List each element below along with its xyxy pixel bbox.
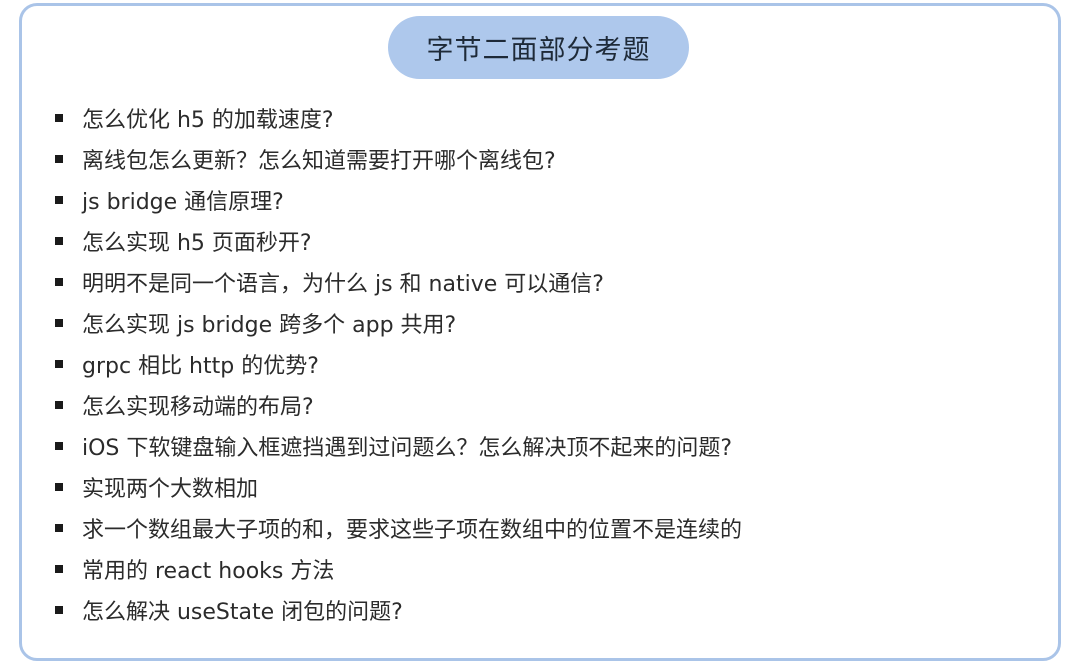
question-text: 怎么实现移动端的布局? — [82, 394, 314, 420]
list-item: 怎么实现移动端的布局? — [55, 384, 1045, 425]
question-text: 怎么优化 h5 的加载速度? — [82, 107, 334, 133]
list-item: 怎么实现 js bridge 跨多个 app 共用? — [55, 302, 1045, 343]
list-item: 怎么优化 h5 的加载速度? — [55, 97, 1045, 138]
list-item: 常用的 react hooks 方法 — [55, 548, 1045, 589]
list-item: 怎么解决 useState 闭包的问题? — [55, 589, 1045, 630]
list-item: 明明不是同一个语言，为什么 js 和 native 可以通信? — [55, 261, 1045, 302]
question-list: 怎么优化 h5 的加载速度? 离线包怎么更新？怎么知道需要打开哪个离线包? js… — [55, 97, 1045, 630]
square-bullet-icon — [55, 400, 63, 409]
question-text: iOS 下软键盘输入框遮挡遇到过问题么？怎么解决顶不起来的问题? — [82, 435, 733, 461]
question-text: 求一个数组最大子项的和，要求这些子项在数组中的位置不是连续的 — [82, 517, 743, 543]
question-text: 怎么实现 js bridge 跨多个 app 共用? — [82, 312, 457, 338]
question-text: 离线包怎么更新？怎么知道需要打开哪个离线包? — [82, 148, 556, 174]
question-text: 实现两个大数相加 — [82, 476, 259, 502]
square-bullet-icon — [55, 195, 63, 204]
square-bullet-icon — [55, 113, 63, 122]
list-item: 离线包怎么更新？怎么知道需要打开哪个离线包? — [55, 138, 1045, 179]
list-item: 怎么实现 h5 页面秒开? — [55, 220, 1045, 261]
question-text: 明明不是同一个语言，为什么 js 和 native 可以通信? — [82, 271, 604, 297]
square-bullet-icon — [55, 359, 63, 368]
square-bullet-icon — [55, 277, 63, 286]
square-bullet-icon — [55, 236, 63, 245]
square-bullet-icon — [55, 564, 63, 573]
square-bullet-icon — [55, 318, 63, 327]
list-item: js bridge 通信原理? — [55, 179, 1045, 220]
card-title: 字节二面部分考题 — [388, 16, 689, 79]
list-item: iOS 下软键盘输入框遮挡遇到过问题么？怎么解决顶不起来的问题? — [55, 425, 1045, 466]
question-text: 怎么实现 h5 页面秒开? — [82, 230, 312, 256]
list-item: 实现两个大数相加 — [55, 466, 1045, 507]
list-item: grpc 相比 http 的优势? — [55, 343, 1045, 384]
square-bullet-icon — [55, 605, 63, 614]
square-bullet-icon — [55, 482, 63, 491]
question-text: 常用的 react hooks 方法 — [82, 558, 335, 584]
square-bullet-icon — [55, 523, 63, 532]
card-title-text: 字节二面部分考题 — [426, 35, 651, 66]
square-bullet-icon — [55, 441, 63, 450]
square-bullet-icon — [55, 154, 63, 163]
list-item: 求一个数组最大子项的和，要求这些子项在数组中的位置不是连续的 — [55, 507, 1045, 548]
question-text: grpc 相比 http 的优势? — [82, 353, 319, 379]
question-text: js bridge 通信原理? — [82, 189, 284, 215]
question-text: 怎么解决 useState 闭包的问题? — [82, 599, 403, 625]
